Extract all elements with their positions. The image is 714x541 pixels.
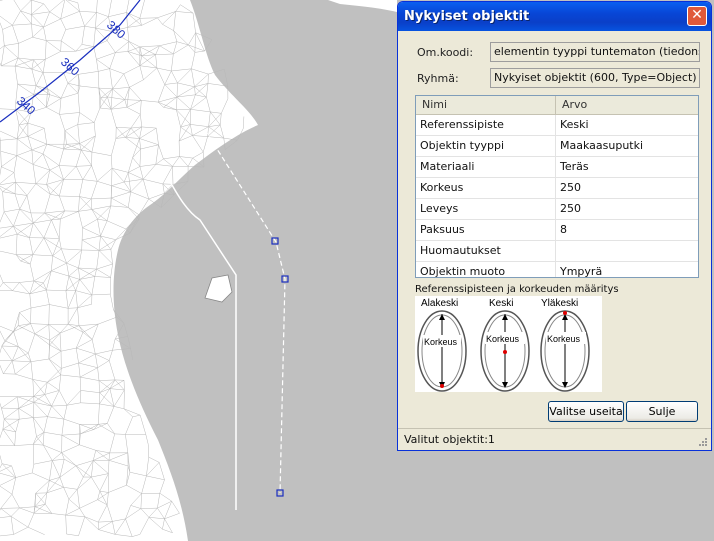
property-name: Objektin tyyppi [416, 136, 556, 156]
omkoodi-label: Om.koodi: [417, 46, 474, 59]
table-row[interactable]: Materiaali Teräs [416, 157, 698, 178]
reference-diagram: Alakeski Keski Yläkeski Korkeus Korkeus [415, 296, 602, 392]
objects-dialog: Nykyiset objektit ✕ Om.koodi: elementin … [397, 1, 712, 451]
property-name: Referenssipiste [416, 115, 556, 135]
diagram-label-keski: Keski [489, 298, 513, 309]
property-value[interactable]: 250 [556, 199, 585, 219]
omkoodi-field[interactable]: elementin tyyppi tuntematon (tiedonsiirt… [490, 42, 700, 62]
korkeus-label: Korkeus [547, 334, 581, 344]
korkeus-label: Korkeus [486, 334, 520, 344]
dialog-titlebar[interactable]: Nykyiset objektit ✕ [398, 2, 711, 31]
property-value[interactable]: Maakaasuputki [556, 136, 647, 156]
property-value[interactable]: 8 [556, 220, 571, 240]
table-row[interactable]: Korkeus 250 [416, 178, 698, 199]
table-row[interactable]: Objektin tyyppi Maakaasuputki [416, 136, 698, 157]
reference-point [440, 384, 444, 388]
table-row[interactable]: Referenssipiste Keski [416, 115, 698, 136]
property-name: Paksuus [416, 220, 556, 240]
property-value[interactable]: Teräs [556, 157, 593, 177]
table-row[interactable]: Huomautukset [416, 241, 698, 262]
property-value[interactable]: Ympyrä [556, 262, 606, 277]
property-value[interactable]: 250 [556, 178, 585, 198]
select-multiple-button[interactable]: Valitse useita [548, 401, 624, 422]
reference-point [563, 311, 567, 315]
property-value[interactable]: Keski [556, 115, 593, 135]
property-name: Materiaali [416, 157, 556, 177]
table-row[interactable]: Leveys 250 [416, 199, 698, 220]
property-name: Huomautukset [416, 241, 556, 261]
diagram-label-alakeski: Alakeski [421, 298, 458, 309]
diagram-title: Referenssipisteen ja korkeuden määritys [415, 284, 619, 295]
status-text: Valitut objektit:1 [404, 433, 495, 446]
property-name: Korkeus [416, 178, 556, 198]
resize-grip-icon[interactable] [698, 437, 708, 447]
column-header-name[interactable]: Nimi [416, 96, 556, 114]
ryhma-label: Ryhmä: [417, 72, 459, 85]
table-row[interactable]: Objektin muoto Ympyrä [416, 262, 698, 277]
column-header-value[interactable]: Arvo [556, 96, 593, 114]
ryhma-field[interactable]: Nykyiset objektit (600, Type=Object) [490, 68, 700, 88]
property-name: Objektin muoto [416, 262, 556, 277]
property-value[interactable] [556, 241, 564, 261]
close-icon[interactable]: ✕ [687, 6, 707, 26]
table-row[interactable]: Paksuus 8 [416, 220, 698, 241]
korkeus-label: Korkeus [424, 337, 458, 347]
property-name: Leveys [416, 199, 556, 219]
diagram-label-ylakeski: Yläkeski [541, 298, 578, 309]
reference-point [503, 350, 507, 354]
status-bar: Valitut objektit:1 [398, 428, 711, 450]
properties-grid: Nimi Arvo Referenssipiste Keski Objektin t… [415, 95, 699, 278]
dialog-title: Nykyiset objektit [404, 9, 530, 24]
close-button[interactable]: Sulje [626, 401, 698, 422]
grid-header: Nimi Arvo [416, 96, 698, 115]
